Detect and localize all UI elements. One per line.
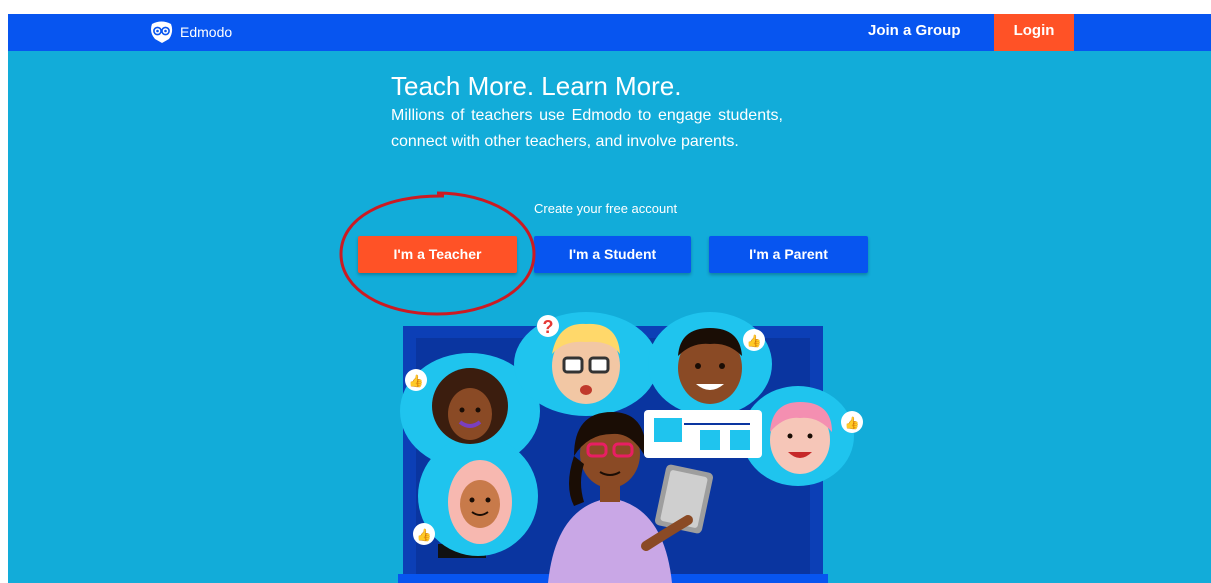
hero-description: Millions of teachers use Edmodo to engag…	[391, 107, 783, 150]
brand-name: Edmodo	[180, 24, 233, 40]
parent-signup-button[interactable]: I'm a Parent	[709, 236, 868, 273]
svg-text:👍: 👍	[417, 528, 432, 542]
chart-card-icon	[644, 410, 762, 458]
hero-title: Teach More. Learn More.	[391, 71, 682, 101]
avatar-short-hair	[678, 328, 742, 404]
student-signup-button[interactable]: I'm a Student	[534, 236, 691, 273]
top-navbar: Edmodo Join a Group Login	[8, 14, 1211, 51]
avatar-curly-hair	[432, 368, 508, 444]
join-group-link[interactable]: Join a Group	[868, 14, 961, 51]
create-account-label: Create your free account	[534, 201, 678, 216]
avatar-hijab	[448, 460, 512, 544]
svg-text:👍: 👍	[845, 416, 860, 430]
edmodo-owl-icon	[151, 21, 173, 43]
teacher-signup-button[interactable]: I'm a Teacher	[358, 236, 517, 273]
svg-text:👍: 👍	[747, 334, 762, 348]
classroom-illustration: ? 👍 👍 👍 👍	[398, 312, 863, 583]
svg-text:👍: 👍	[409, 374, 424, 388]
page-background: Edmodo Join a Group Login Teach More. Le…	[8, 14, 1211, 583]
brand-link[interactable]: Edmodo	[149, 18, 232, 46]
login-button[interactable]: Login	[994, 14, 1074, 51]
question-mark-icon: ?	[543, 317, 554, 337]
